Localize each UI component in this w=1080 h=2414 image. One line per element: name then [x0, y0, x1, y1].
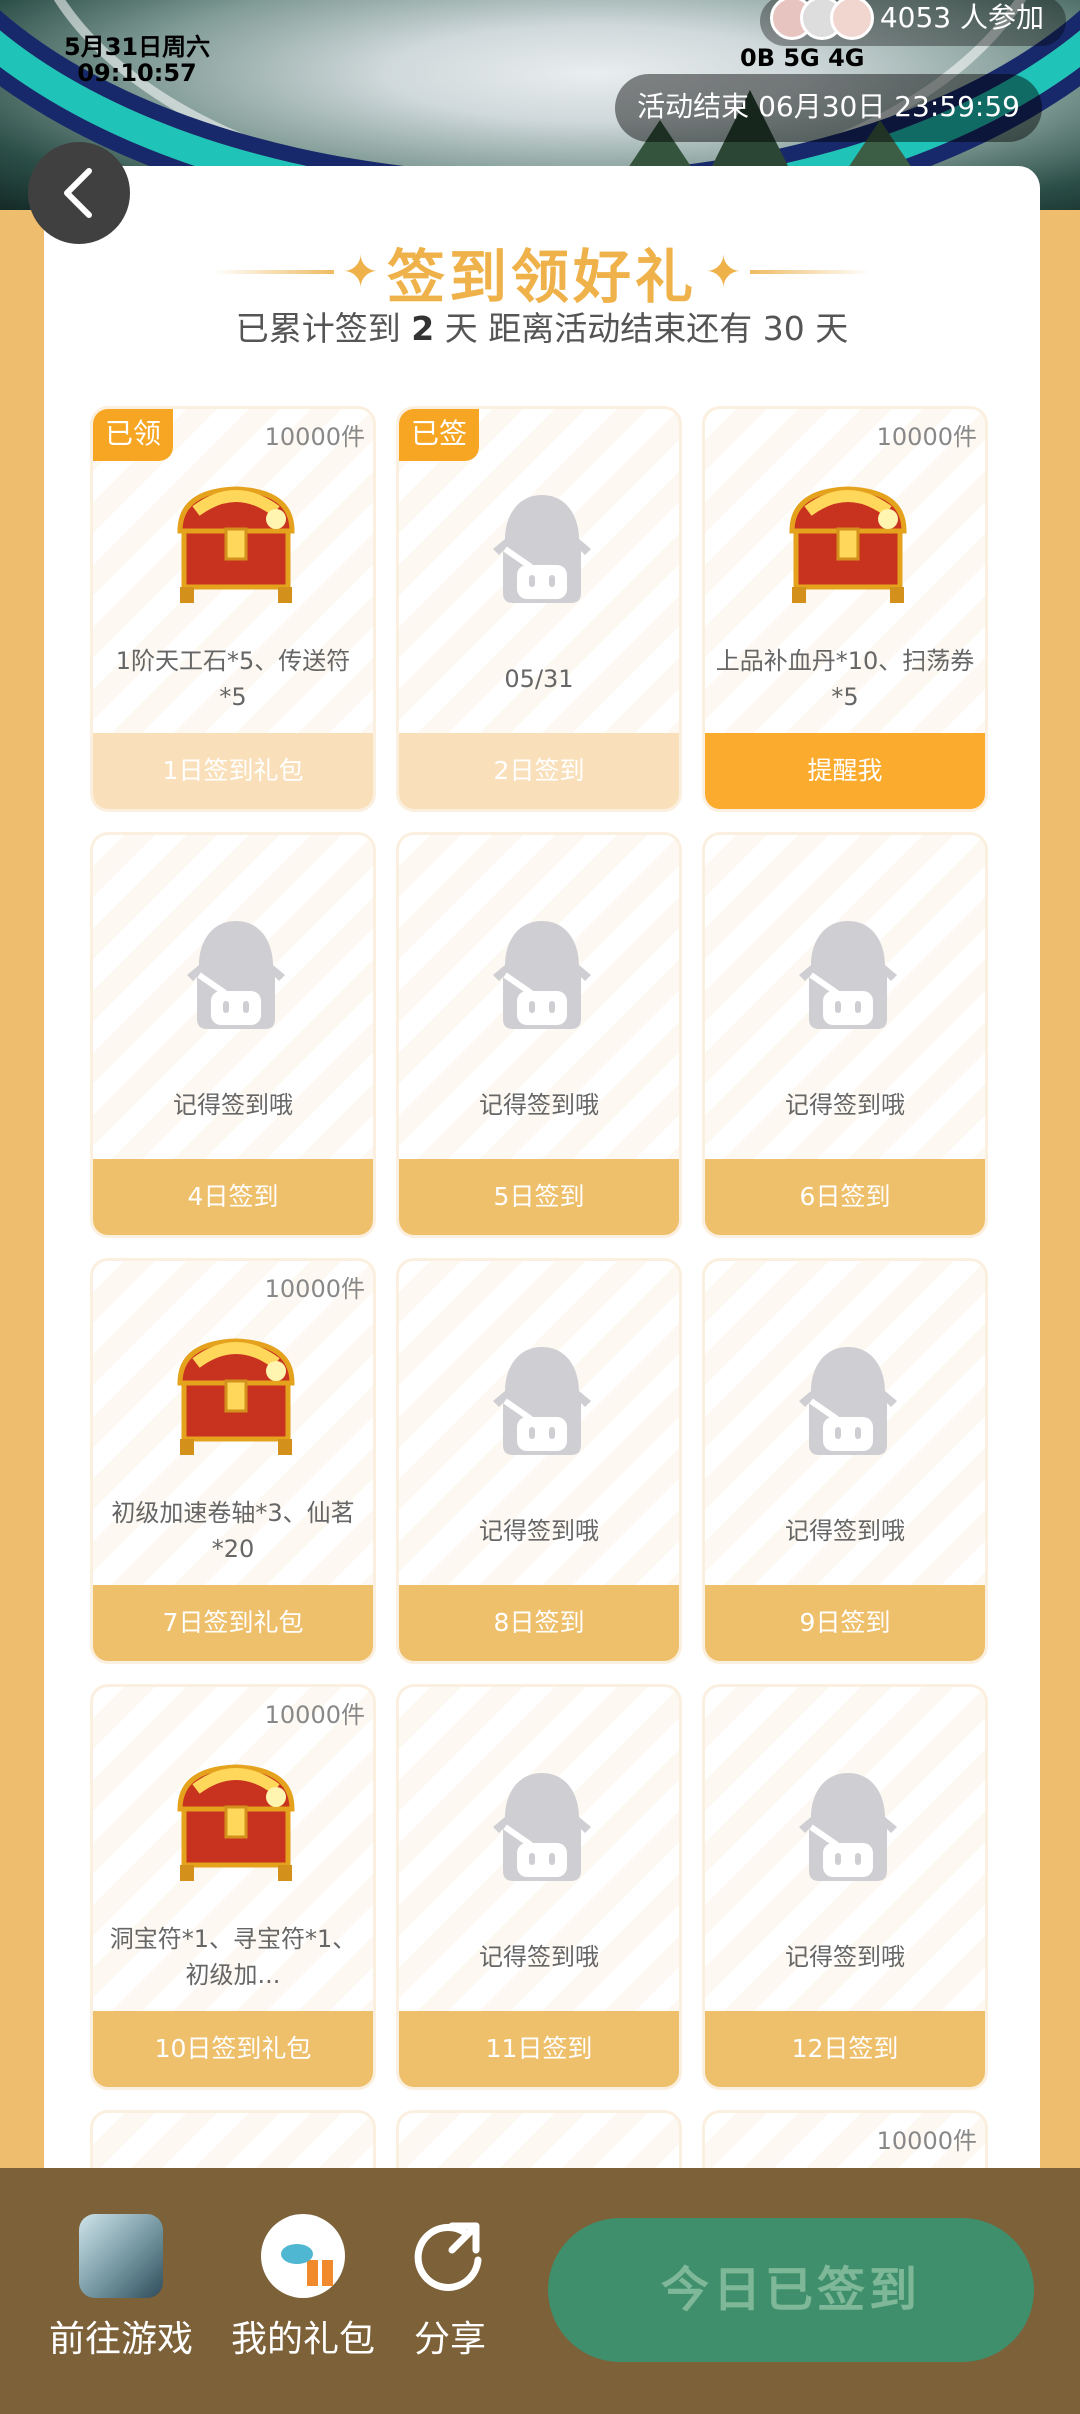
day-signin-button[interactable]: 2日签到: [399, 733, 679, 809]
day-signin-button[interactable]: 6日签到: [705, 1159, 985, 1235]
day-signin-button[interactable]: 10日签到礼包: [93, 2011, 373, 2087]
placeholder-avatar-icon: [487, 915, 597, 1035]
status-badge: 已签: [399, 409, 479, 461]
day-signin-button[interactable]: 8日签到: [399, 1585, 679, 1661]
chevron-left-icon: [64, 168, 92, 218]
day-signin-button[interactable]: 提醒我: [705, 733, 985, 809]
reward-description: 记得签到哦: [785, 1517, 905, 1545]
go-game-button[interactable]: 前往游戏: [46, 2214, 196, 2362]
back-button[interactable]: [28, 142, 130, 244]
stock-count: 10000件: [264, 1701, 365, 1729]
reward-description: 1阶天工石*5、传送符*5: [115, 647, 351, 711]
gift-icon: [261, 2214, 345, 2298]
stock-count: 10000件: [264, 1275, 365, 1303]
status-datetime: 5月31日周六 09:10:57: [64, 34, 210, 86]
reward-description: 记得签到哦: [479, 1943, 599, 1971]
placeholder-avatar-icon: [793, 1341, 903, 1461]
treasure-chest-icon: [778, 471, 918, 611]
participants-pill: 4053 人参加: [759, 0, 1066, 46]
game-app-icon: [79, 2214, 163, 2298]
signin-day-tile[interactable]: 10000件上品补血丹*10、扫荡券*5 提醒我: [702, 406, 988, 812]
day-signin-button[interactable]: 1日签到礼包: [93, 733, 373, 809]
bottom-bar: 前往游戏 我的礼包 分享 今日已签到: [0, 2168, 1080, 2414]
sparkle-icon: ✦: [342, 246, 379, 298]
share-icon: [408, 2214, 492, 2298]
status-time: 09:10:57: [77, 59, 197, 87]
day-signin-button[interactable]: 5日签到: [399, 1159, 679, 1235]
reward-description: 上品补血丹*10、扫荡券*5: [715, 647, 975, 711]
signin-day-tile[interactable]: 10000件初级加速卷轴*3、仙茗*20 7日签到礼包: [90, 1258, 376, 1664]
my-gifts-button[interactable]: 我的礼包: [228, 2214, 378, 2362]
signin-day-tile[interactable]: 已领 10000件 1阶天工石*5、传送符*5 1日签到礼包: [90, 406, 376, 812]
signin-day-tile[interactable]: 记得签到哦 6日签到: [702, 832, 988, 1238]
status-date: 5月31日周六: [64, 33, 211, 61]
sparkle-icon: ✦: [705, 246, 742, 298]
treasure-chest-icon: [166, 1323, 306, 1463]
stock-count: 10000件: [876, 423, 977, 451]
signin-day-tile[interactable]: 记得签到哦 5日签到: [396, 832, 682, 1238]
placeholder-avatar-icon: [793, 915, 903, 1035]
status-badge: 已领: [93, 409, 173, 461]
signin-summary: 已累计签到 2 天 距离活动结束还有 30 天: [235, 309, 849, 348]
status-signal: 0B 5G 4G: [740, 44, 865, 72]
avatar-group: [769, 0, 876, 40]
placeholder-avatar-icon: [487, 489, 597, 609]
signin-day-tile[interactable]: 已签 05/31 2日签到: [396, 406, 682, 812]
stock-count: 10000件: [264, 423, 365, 451]
avatar: [829, 0, 874, 40]
signed-today-button[interactable]: 今日已签到: [548, 2218, 1034, 2362]
participants-count: 4053 人参加: [879, 1, 1044, 34]
signin-day-tile[interactable]: 记得签到哦 4日签到: [90, 832, 376, 1238]
reward-description: 记得签到哦: [785, 1091, 905, 1119]
day-signin-button[interactable]: 4日签到: [93, 1159, 373, 1235]
share-button[interactable]: 分享: [400, 2214, 500, 2362]
placeholder-avatar-icon: [793, 1767, 903, 1887]
day-signin-button[interactable]: 11日签到: [399, 2011, 679, 2087]
signin-day-tile[interactable]: 记得签到哦 8日签到: [396, 1258, 682, 1664]
signin-days: 2: [411, 309, 435, 348]
signin-card: ✦ 签到领好礼 ✦ 已累计签到 2 天 距离活动结束还有 30 天 已领 10000件…: [44, 166, 1040, 2414]
reward-description: 记得签到哦: [785, 1943, 905, 1971]
reward-description: 记得签到哦: [479, 1517, 599, 1545]
signin-day-tile[interactable]: 记得签到哦 11日签到: [396, 1684, 682, 2090]
signin-day-tile[interactable]: 记得签到哦 12日签到: [702, 1684, 988, 2090]
reward-description: 记得签到哦: [479, 1091, 599, 1119]
stock-count: 10000件: [876, 2127, 977, 2155]
reward-description: 初级加速卷轴*3、仙茗*20: [111, 1499, 355, 1563]
placeholder-avatar-icon: [181, 915, 291, 1035]
placeholder-avatar-icon: [487, 1341, 597, 1461]
signin-day-tile[interactable]: 10000件洞宝符*1、寻宝符*1、初级加... 10日签到礼包: [90, 1684, 376, 2090]
treasure-chest-icon: [166, 1749, 306, 1889]
reward-description: 记得签到哦: [173, 1091, 293, 1119]
day-signin-button[interactable]: 7日签到礼包: [93, 1585, 373, 1661]
signin-day-tile[interactable]: 记得签到哦 9日签到: [702, 1258, 988, 1664]
treasure-chest-icon: [166, 471, 306, 611]
day-signin-button[interactable]: 9日签到: [705, 1585, 985, 1661]
reward-description: 05/31: [504, 665, 574, 693]
reward-description: 洞宝符*1、寻宝符*1、初级加...: [109, 1925, 357, 1989]
day-signin-button[interactable]: 12日签到: [705, 2011, 985, 2087]
placeholder-avatar-icon: [487, 1767, 597, 1887]
event-end-time: 活动结束 06月30日 23:59:59: [615, 74, 1042, 142]
